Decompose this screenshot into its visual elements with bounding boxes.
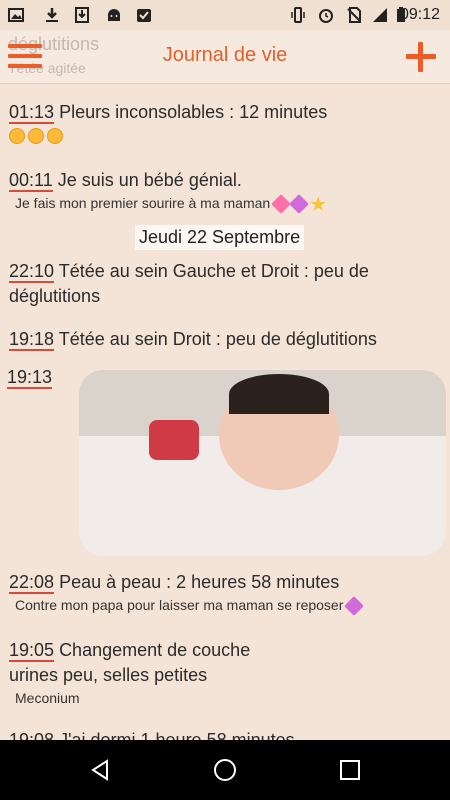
entry-note: Contre mon papa pour laisser ma maman se…: [15, 597, 344, 613]
app-bar: déglutitions Tétée agitée Journal de vie: [0, 30, 450, 84]
entry-time: 19:13: [7, 367, 53, 389]
entry-text: Peau à peau : 2 heures 58 minutes: [59, 572, 340, 592]
crying-face-icon: [28, 127, 44, 144]
journal-entry[interactable]: 19:05 Changement de couche urines peu, s…: [9, 638, 250, 706]
entry-note: Meconium: [15, 690, 80, 706]
back-icon[interactable]: [88, 758, 112, 782]
photo-entry[interactable]: 19:13: [4, 365, 56, 390]
alarm-icon: [319, 9, 333, 23]
emoji-row: [9, 127, 327, 145]
entry-time: 00:11: [9, 170, 53, 192]
entry-text: Tétée au sein Gauche et Droit : peu de d…: [9, 261, 369, 306]
navigation-bar: [0, 740, 450, 800]
entry-text: J'ai dormi 1 heure 58 minutes: [59, 730, 295, 740]
app-title: Journal de vie: [162, 44, 288, 66]
download-box-icon: [75, 7, 89, 23]
entry-time: 22:10: [9, 261, 55, 283]
journal-entry[interactable]: 22:08 Peau à peau : 2 heures 58 minutes …: [9, 570, 365, 617]
journal-entry[interactable]: 19:08 J'ai dormi 1 heure 58 minutes: [9, 728, 295, 740]
checklist-icon: [137, 9, 151, 22]
sparkling-heart-icon: [344, 596, 365, 617]
status-time: 09:12: [399, 6, 440, 23]
entry-time: 19:18: [9, 329, 55, 351]
entry-time: 19:05: [9, 640, 55, 662]
date-separator: Jeudi 22 Septembre: [135, 225, 305, 250]
no-sim-icon: [347, 7, 361, 23]
entry-text-line2: urines peu, selles petites: [9, 665, 208, 685]
vibrate-icon: [291, 7, 305, 23]
recents-icon[interactable]: [338, 758, 362, 782]
home-icon[interactable]: [213, 758, 237, 782]
status-bar: 09:12: [0, 0, 450, 30]
entry-time: 19:08: [9, 730, 55, 740]
gallery-icon: [8, 8, 24, 22]
crying-face-icon: [9, 127, 25, 144]
entry-time: 22:08: [9, 572, 55, 594]
signal-icon: [373, 8, 387, 22]
android-icon: [108, 9, 120, 21]
entry-text: Pleurs inconsolables : 12 minutes: [59, 102, 328, 122]
sparkle-icon: [310, 196, 326, 211]
baby-photo[interactable]: [79, 370, 446, 556]
hearts-icon: [271, 194, 292, 215]
entry-note: Je fais mon premier sourire à ma maman: [15, 195, 271, 211]
download-icon: [46, 8, 58, 22]
entry-text: Changement de couche: [59, 640, 251, 660]
sparkling-heart-icon: [289, 194, 310, 215]
journal-list[interactable]: 01:13 Pleurs inconsolables : 12 minutes …: [0, 84, 450, 740]
crying-face-icon: [47, 127, 63, 144]
entry-text: Tétée au sein Droit : peu de déglutition…: [58, 329, 377, 349]
journal-entry[interactable]: 01:13 Pleurs inconsolables : 12 minutes: [9, 100, 327, 145]
journal-entry[interactable]: 19:18 Tétée au sein Droit : peu de déglu…: [9, 327, 377, 352]
add-entry-button[interactable]: [406, 42, 436, 72]
journal-entry[interactable]: 22:10 Tétée au sein Gauche et Droit : pe…: [9, 259, 439, 309]
entry-time: 01:13: [9, 102, 55, 124]
journal-entry[interactable]: 00:11 Je suis un bébé génial. Je fais mo…: [9, 168, 326, 215]
entry-text: Je suis un bébé génial.: [57, 170, 242, 190]
